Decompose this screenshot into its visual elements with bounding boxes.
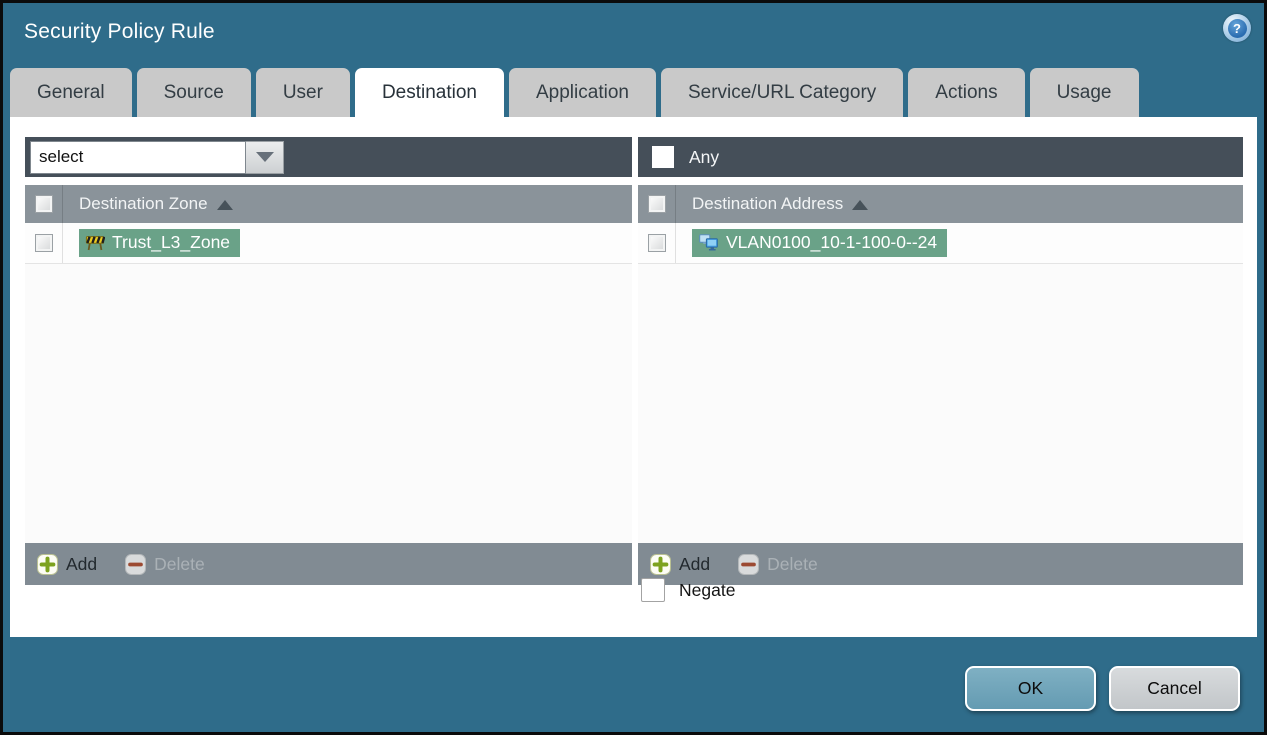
panel-gap (638, 177, 1243, 185)
zone-select-dropdown-button[interactable] (246, 140, 284, 174)
address-row-checkbox-cell (638, 223, 676, 263)
select-all-addresses-checkbox[interactable] (647, 195, 666, 213)
address-column-header[interactable]: Destination Address (692, 194, 843, 214)
zone-item-label: Trust_L3_Zone (112, 232, 231, 252)
title-bar: Security Policy Rule ? (3, 3, 1264, 68)
tab-application[interactable]: Application (509, 68, 656, 117)
negate-checkbox[interactable] (641, 578, 665, 602)
address-table-body: VLAN0100_10-1-100-0--24 (638, 223, 1243, 543)
add-address-button[interactable]: Add (650, 553, 711, 575)
sort-ascending-icon[interactable] (852, 200, 869, 210)
address-item-label: VLAN0100_10-1-100-0--24 (726, 232, 938, 252)
add-button-label: Add (679, 553, 711, 574)
tab-source[interactable]: Source (136, 68, 251, 117)
address-panel-toolbar: Any (638, 137, 1243, 177)
destination-zone-panel: Destination Zone Trust_L3_Zone (25, 137, 632, 585)
add-button-label: Add (66, 553, 98, 574)
zone-panel-toolbar (25, 137, 632, 177)
tab-actions[interactable]: Actions (908, 68, 1025, 117)
tab-user[interactable]: User (255, 68, 350, 117)
any-label: Any (689, 146, 720, 167)
security-policy-rule-dialog: Security Policy Rule ? General Source Us… (0, 0, 1267, 735)
address-table-header: Destination Address (638, 185, 1243, 223)
delete-icon (738, 553, 760, 575)
add-icon (37, 553, 58, 575)
negate-option: Negate (641, 578, 735, 602)
delete-zone-button[interactable]: Delete (125, 553, 205, 575)
table-row[interactable]: VLAN0100_10-1-100-0--24 (638, 223, 1243, 264)
tab-service-url-category[interactable]: Service/URL Category (660, 68, 904, 117)
ok-button[interactable]: OK (965, 666, 1096, 711)
sort-ascending-icon[interactable] (216, 200, 233, 210)
delete-button-label: Delete (767, 553, 818, 574)
address-row-checkbox[interactable] (647, 234, 666, 252)
negate-label: Negate (679, 579, 736, 600)
delete-button-label: Delete (154, 553, 205, 574)
zone-table-body: Trust_L3_Zone (25, 223, 632, 543)
tab-usage[interactable]: Usage (1029, 68, 1139, 117)
add-icon (650, 553, 671, 575)
address-icon (699, 234, 718, 251)
tab-destination[interactable]: Destination (354, 68, 504, 117)
address-header-checkbox-cell (638, 185, 676, 223)
destination-address-panel: Any Destination Address VLAN0100_10-1-10… (638, 137, 1243, 585)
cancel-button[interactable]: Cancel (1109, 666, 1240, 711)
zone-icon (85, 235, 105, 250)
zone-table-header: Destination Zone (25, 185, 632, 223)
delete-icon (125, 553, 147, 575)
table-row[interactable]: Trust_L3_Zone (25, 223, 632, 264)
select-all-zones-checkbox[interactable] (34, 195, 53, 213)
zone-item-trust-l3-zone[interactable]: Trust_L3_Zone (79, 229, 241, 257)
zone-row-checkbox-cell (25, 223, 63, 263)
address-item-vlan0100[interactable]: VLAN0100_10-1-100-0--24 (692, 229, 948, 257)
destination-tab-content: Destination Zone Trust_L3_Zone (10, 117, 1257, 637)
tab-general[interactable]: General (10, 68, 132, 117)
zone-header-checkbox-cell (25, 185, 63, 223)
any-checkbox[interactable] (652, 146, 674, 168)
help-icon-glyph: ? (1227, 18, 1247, 38)
zone-row-checkbox[interactable] (34, 234, 53, 252)
help-icon[interactable]: ? (1223, 14, 1251, 42)
dialog-title: Security Policy Rule (24, 20, 215, 43)
chevron-down-icon (255, 152, 274, 162)
zone-select-combobox (30, 140, 284, 174)
zone-panel-footer: Add Delete (25, 543, 632, 585)
add-zone-button[interactable]: Add (37, 553, 98, 575)
panel-gap (25, 177, 632, 185)
zone-column-header[interactable]: Destination Zone (79, 194, 208, 214)
delete-address-button[interactable]: Delete (738, 553, 818, 575)
tab-bar: General Source User Destination Applicat… (10, 68, 1257, 117)
zone-select-input[interactable] (30, 140, 246, 174)
